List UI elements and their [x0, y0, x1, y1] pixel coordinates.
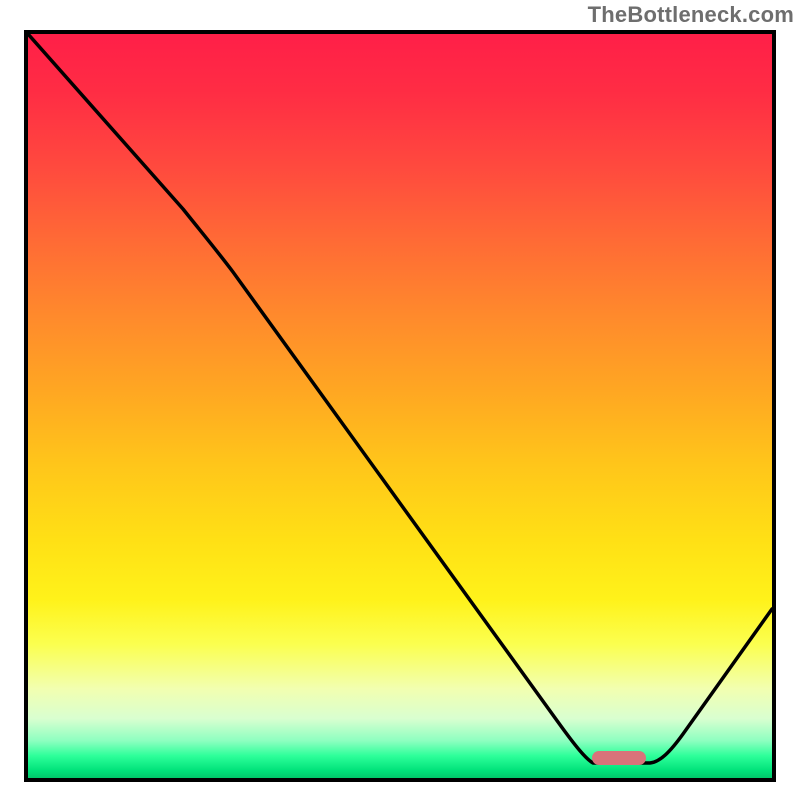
- bottleneck-curve: [28, 34, 772, 778]
- watermark-text: TheBottleneck.com: [588, 2, 794, 28]
- optimal-marker: [592, 751, 646, 765]
- curve-path: [28, 34, 772, 763]
- chart-frame: [24, 30, 776, 782]
